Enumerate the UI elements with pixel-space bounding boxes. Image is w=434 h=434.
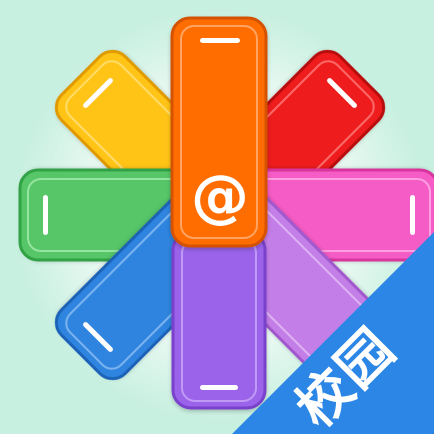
app-icon: @ 校园 <box>0 0 434 434</box>
at-sign-icon: @ <box>191 162 249 230</box>
swatch-purple <box>171 230 267 410</box>
